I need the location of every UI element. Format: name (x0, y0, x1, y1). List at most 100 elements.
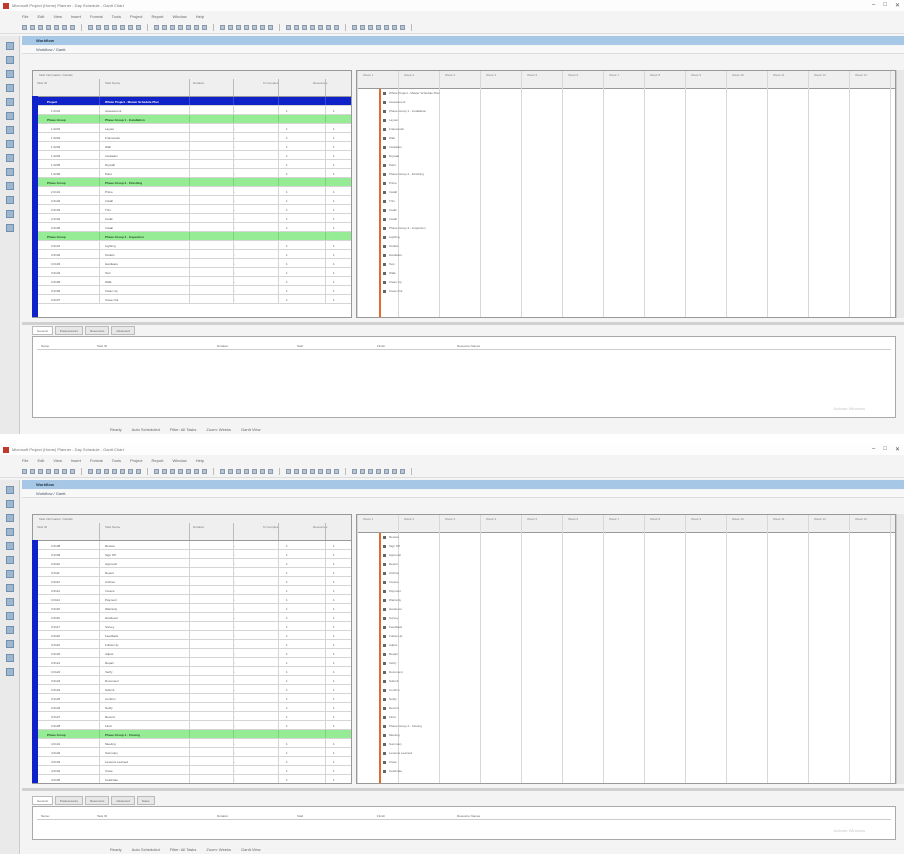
menu-item-project[interactable]: Project (130, 458, 142, 463)
column-header-percent[interactable]: % Complete (263, 525, 279, 529)
menu-item-project[interactable]: Project (130, 14, 142, 19)
view-bar-icon[interactable] (5, 154, 14, 162)
gantt-task-label[interactable]: Close Out (383, 289, 402, 298)
table-row[interactable]: 3 0126Notify111 (33, 703, 351, 712)
toolbar-button-icon[interactable] (220, 25, 225, 30)
toolbar-button-icon[interactable] (384, 469, 389, 474)
toolbar-button-icon[interactable] (368, 469, 373, 474)
toolbar-button-icon[interactable] (326, 25, 331, 30)
toolbar-button-icon[interactable] (186, 469, 191, 474)
toolbar-button-icon[interactable] (154, 469, 159, 474)
gantt-task-label[interactable]: Verify (383, 661, 397, 670)
view-bar-icon[interactable] (5, 668, 14, 676)
table-row[interactable]: 3 0121Repair111 (33, 658, 351, 667)
view-bar-icon[interactable] (5, 168, 14, 176)
toolbar-button-icon[interactable] (228, 25, 233, 30)
toolbar-button-icon[interactable] (252, 469, 257, 474)
menu-item-file[interactable]: File (22, 458, 28, 463)
table-row[interactable]: 3 0128Final111 (33, 721, 351, 730)
gantt-task-label[interactable]: Framework (383, 127, 404, 136)
column-header-percent[interactable]: % Complete (263, 81, 279, 85)
toolbar-button-icon[interactable] (162, 25, 167, 30)
view-bar-icon[interactable] (5, 182, 14, 190)
toolbar-button-icon[interactable] (392, 25, 397, 30)
gantt-task-label[interactable]: Celebrate (383, 769, 402, 778)
menu-item-help[interactable]: Help (196, 14, 204, 19)
toolbar-button-icon[interactable] (154, 25, 159, 30)
gantt-task-label[interactable]: Follow Up (383, 634, 402, 643)
toolbar-button-icon[interactable] (22, 469, 27, 474)
view-bar-icon[interactable] (5, 612, 14, 620)
view-bar-icon[interactable] (5, 126, 14, 134)
gantt-task-label[interactable]: Handover (383, 607, 402, 616)
toolbar-button-icon[interactable] (318, 469, 323, 474)
tab-advanced[interactable]: Advanced (111, 326, 135, 335)
toolbar-button-icon[interactable] (112, 25, 117, 30)
table-row[interactable]: 3 0117Survey111 (33, 622, 351, 631)
toolbar-button-icon[interactable] (260, 25, 265, 30)
gantt-task-label[interactable]: Hardware (383, 253, 402, 262)
gantt-task-label[interactable]: Drywall (383, 154, 399, 163)
toolbar-button-icon[interactable] (220, 469, 225, 474)
toolbar-button-icon[interactable] (236, 25, 241, 30)
toolbar-button-icon[interactable] (128, 25, 133, 30)
column-header-duration[interactable]: Duration (193, 525, 204, 529)
toolbar-button-icon[interactable] (244, 469, 249, 474)
toolbar-button-icon[interactable] (194, 25, 199, 30)
minimize-icon[interactable]: – (872, 2, 875, 9)
toolbar-button-icon[interactable] (46, 25, 51, 30)
table-row[interactable]: 4 0104Close111 (33, 766, 351, 775)
gantt-task-label[interactable]: Submit (383, 679, 398, 688)
toolbar-button-icon[interactable] (268, 25, 273, 30)
view-bar-icon[interactable] (5, 598, 14, 606)
gantt-task-label[interactable]: Trim (383, 199, 395, 208)
gantt-task-label[interactable]: Outlets (383, 244, 399, 253)
group-row[interactable]: Phase Group Phase Group 4 - Closing (33, 730, 351, 739)
toolbar-button-icon[interactable] (136, 469, 141, 474)
toolbar-button-icon[interactable] (260, 469, 265, 474)
view-bar-icon[interactable] (5, 556, 14, 564)
menu-item-help[interactable]: Help (196, 458, 204, 463)
tab-general[interactable]: General (32, 796, 53, 805)
gantt-task-label[interactable]: Close (383, 760, 397, 769)
table-row[interactable]: 3 0101Lighting111 (33, 241, 351, 250)
toolbar-button-icon[interactable] (22, 25, 27, 30)
view-bar-icon[interactable] (5, 84, 14, 92)
view-bar-icon[interactable] (5, 570, 14, 578)
toolbar-button-icon[interactable] (112, 469, 117, 474)
view-bar-icon[interactable] (5, 98, 14, 106)
view-bar-icon[interactable] (5, 112, 14, 120)
toolbar-button-icon[interactable] (228, 469, 233, 474)
gantt-task-label[interactable]: Record (383, 706, 399, 715)
view-bar-icon[interactable] (5, 140, 14, 148)
toolbar-button-icon[interactable] (30, 25, 35, 30)
toolbar-button-icon[interactable] (400, 25, 405, 30)
table-row[interactable]: 3 0119Follow Up111 (33, 640, 351, 649)
menu-item-report[interactable]: Report (151, 14, 163, 19)
view-bar-icon[interactable] (5, 224, 14, 232)
gantt-task-label[interactable]: Lighting (383, 235, 400, 244)
toolbar-button-icon[interactable] (286, 469, 291, 474)
gantt-task-label[interactable]: Install (383, 190, 397, 199)
close-icon[interactable]: ✕ (895, 446, 900, 453)
table-row[interactable]: 4 0105Celebrate111 (33, 775, 351, 783)
gantt-task-label[interactable]: Survey (383, 616, 398, 625)
table-row[interactable]: 3 0124Submit111 (33, 685, 351, 694)
table-row[interactable]: 3 0113Invoice111 (33, 586, 351, 595)
tab-predecessors[interactable]: Predecessors (54, 796, 84, 805)
toolbar-button-icon[interactable] (360, 469, 365, 474)
gantt-task-label[interactable]: Caulk (383, 208, 397, 217)
column-header-id[interactable]: Task ID (37, 81, 47, 85)
tab-resources[interactable]: Resources (85, 796, 110, 805)
toolbar-button-icon[interactable] (54, 469, 59, 474)
table-row[interactable]: 1 0202Framework111 (33, 133, 351, 142)
table-row[interactable]: 3 0127Record111 (33, 712, 351, 721)
view-bar-icon[interactable] (5, 514, 14, 522)
toolbar-button-icon[interactable] (236, 469, 241, 474)
toolbar-button-icon[interactable] (392, 469, 397, 474)
tab-resources[interactable]: Resources (85, 326, 110, 335)
table-row[interactable]: 3 0105Walk111 (33, 277, 351, 286)
table-row[interactable]: 3 0108Review111 (33, 541, 351, 550)
project-row[interactable]: Project Whole Project - Master Schedule P… (33, 97, 351, 106)
table-row[interactable]: 1 0205Drywall111 (33, 160, 351, 169)
